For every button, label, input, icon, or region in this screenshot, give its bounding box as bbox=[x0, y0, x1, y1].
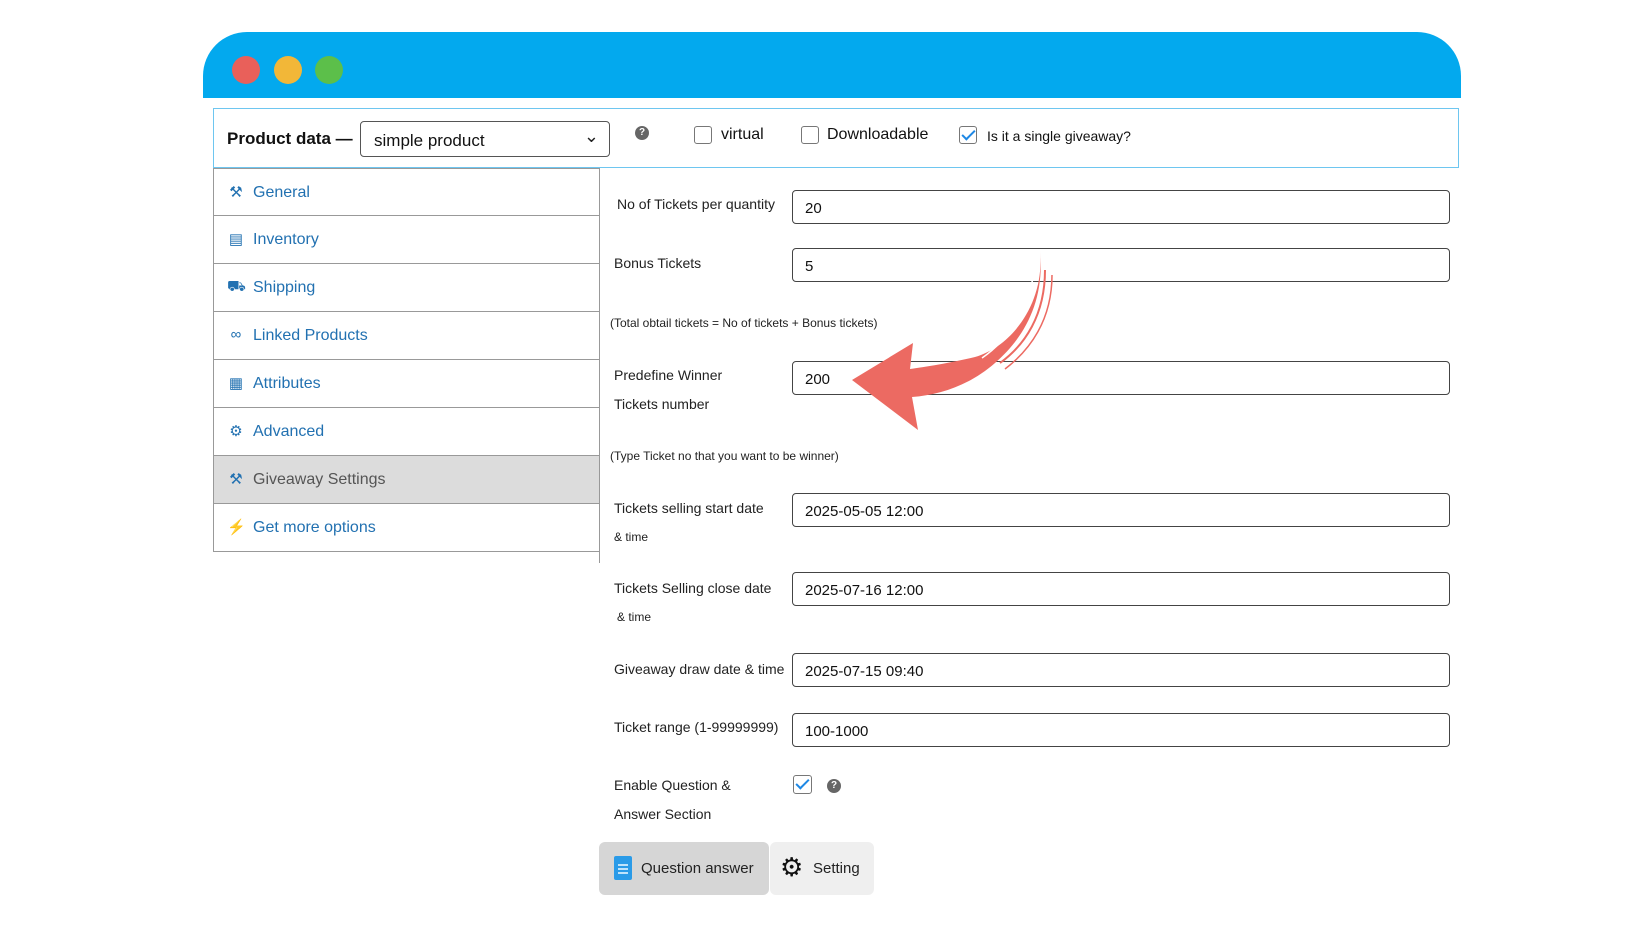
single-giveaway-checkbox[interactable] bbox=[959, 126, 977, 144]
sidebar-item-label: Shipping bbox=[253, 279, 316, 296]
wrench-icon: ⚒ bbox=[229, 471, 243, 488]
sidebar-item-label: Get more options bbox=[253, 519, 376, 536]
bonus-note: (Total obtail tickets = No of tickets + … bbox=[610, 316, 878, 330]
sidebar-item-label: Attributes bbox=[253, 375, 321, 392]
predefine-winner-label: Predefine Winner bbox=[614, 367, 723, 383]
product-data-tabs: ⚒ General ▤ Inventory ⛟ Shipping ∞ Linke… bbox=[213, 168, 600, 552]
tab-question-answer-label: Question answer bbox=[641, 860, 754, 877]
ticket-range-label: Ticket range (1-99999999) bbox=[614, 719, 779, 735]
sidebar-item-attributes[interactable]: ▦ Attributes bbox=[213, 360, 600, 408]
tab-setting-label: Setting bbox=[813, 860, 860, 877]
sidebar-item-general[interactable]: ⚒ General bbox=[213, 168, 600, 216]
single-giveaway-label: Is it a single giveaway? bbox=[987, 128, 1131, 144]
help-icon[interactable]: ? bbox=[827, 779, 841, 793]
sidebar-item-get-more-options[interactable]: ⚡ Get more options bbox=[213, 504, 600, 552]
sidebar-item-label: Giveaway Settings bbox=[253, 471, 386, 488]
close-date-label: Tickets Selling close date bbox=[614, 580, 772, 596]
gear-icon: ⚙ bbox=[780, 852, 804, 882]
attributes-icon: ▦ bbox=[228, 375, 244, 392]
start-date-label: Tickets selling start date bbox=[614, 500, 764, 516]
downloadable-label: Downloadable bbox=[827, 126, 929, 143]
virtual-checkbox[interactable] bbox=[694, 126, 712, 144]
bonus-tickets-label: Bonus Tickets bbox=[614, 255, 702, 271]
sidebar-item-shipping[interactable]: ⛟ Shipping bbox=[213, 264, 600, 312]
close-date-input[interactable]: 2025-07-16 12:00 bbox=[792, 572, 1450, 606]
document-icon bbox=[614, 856, 632, 880]
sidebar-item-giveaway-settings[interactable]: ⚒ Giveaway Settings bbox=[213, 456, 600, 504]
maximize-window-button[interactable] bbox=[315, 56, 343, 84]
tab-question-answer[interactable]: Question answer bbox=[599, 842, 769, 895]
sidebar-item-label: Advanced bbox=[253, 423, 325, 440]
help-icon[interactable]: ? bbox=[635, 126, 649, 140]
sidebar-item-label: Linked Products bbox=[253, 327, 368, 344]
chevron-down-icon: ⌄ bbox=[583, 126, 599, 146]
draw-date-label: Giveaway draw date & time bbox=[614, 661, 785, 677]
minimize-window-button[interactable] bbox=[274, 56, 302, 84]
virtual-label: virtual bbox=[721, 126, 764, 143]
downloadable-checkbox[interactable] bbox=[801, 126, 819, 144]
ticket-range-input[interactable]: 100-1000 bbox=[792, 713, 1450, 747]
sidebar-item-advanced[interactable]: ⚙ Advanced bbox=[213, 408, 600, 456]
product-data-header: Product data — simple product ⌄ ? virtua… bbox=[213, 108, 1459, 168]
link-icon: ∞ bbox=[230, 326, 242, 343]
close-date-sub: & time bbox=[617, 610, 652, 624]
gear-icon: ⚙ bbox=[229, 423, 243, 440]
window-titlebar bbox=[203, 32, 1461, 98]
wrench-icon: ⚒ bbox=[229, 184, 243, 201]
tickets-per-qty-input[interactable]: 20 bbox=[792, 190, 1450, 224]
sidebar-item-label: General bbox=[253, 184, 310, 201]
enable-qa-label-2: Answer Section bbox=[614, 806, 712, 822]
start-date-input[interactable]: 2025-05-05 12:00 bbox=[792, 493, 1450, 527]
product-type-select[interactable]: simple product ⌄ bbox=[360, 121, 610, 157]
tickets-per-qty-label: No of Tickets per quantity bbox=[617, 196, 775, 212]
sidebar-item-inventory[interactable]: ▤ Inventory bbox=[213, 216, 600, 264]
draw-date-input[interactable]: 2025-07-15 09:40 bbox=[792, 653, 1450, 687]
truck-icon: ⛟ bbox=[227, 278, 246, 295]
plug-icon: ⚡ bbox=[227, 519, 246, 536]
product-type-value: simple product bbox=[374, 131, 485, 150]
panel-divider bbox=[599, 168, 600, 563]
tab-setting[interactable]: ⚙ Setting bbox=[770, 842, 874, 895]
sidebar-item-linked-products[interactable]: ∞ Linked Products bbox=[213, 312, 600, 360]
inventory-icon: ▤ bbox=[228, 231, 244, 248]
start-date-sub: & time bbox=[614, 530, 649, 544]
annotation-arrow-icon bbox=[852, 250, 1053, 430]
enable-qa-label: Enable Question & bbox=[614, 777, 731, 793]
sidebar-item-label: Inventory bbox=[253, 231, 319, 248]
predefine-note: (Type Ticket no that you want to be winn… bbox=[610, 449, 839, 463]
enable-qa-checkbox[interactable] bbox=[793, 775, 812, 794]
predefine-winner-label-2: Tickets number bbox=[614, 396, 710, 412]
product-data-title: Product data — bbox=[227, 129, 353, 148]
close-window-button[interactable] bbox=[232, 56, 260, 84]
